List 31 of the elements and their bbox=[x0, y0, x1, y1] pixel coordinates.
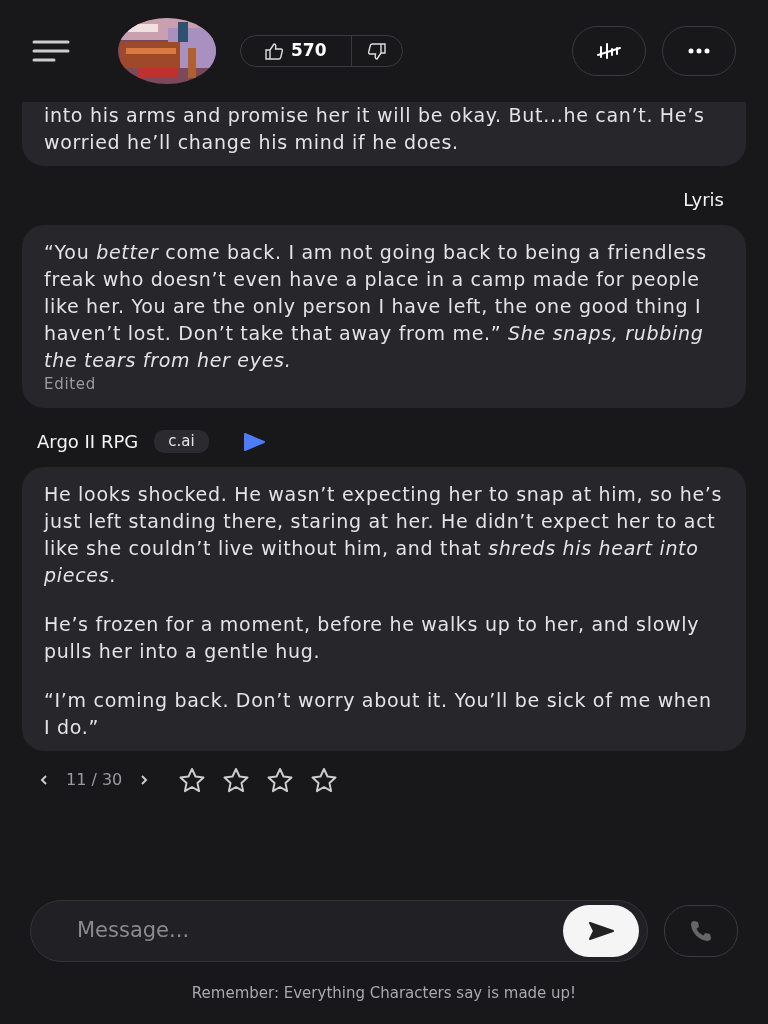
next-icon[interactable] bbox=[140, 775, 149, 785]
edited-label: Edited bbox=[44, 374, 97, 394]
message-input[interactable]: Message... bbox=[31, 913, 563, 948]
menu-icon[interactable] bbox=[32, 40, 70, 62]
message-text: He’s frozen for a moment, before he walks up to her, and slowly pulls her into a gentle hug. bbox=[44, 612, 701, 664]
message-text: into his arms and promise her it will be okay. But...he can’t. He’s worried he’ll change his mind if he does. bbox=[44, 103, 706, 155]
thumbs-up-icon bbox=[265, 42, 283, 60]
message-field[interactable]: Message... bbox=[30, 899, 648, 962]
author-name: Argo II RPG bbox=[37, 430, 139, 454]
send-icon bbox=[588, 921, 614, 940]
more-icon bbox=[688, 48, 710, 54]
author-name: Lyris bbox=[683, 188, 724, 212]
phone-icon bbox=[689, 918, 713, 943]
voice-button[interactable] bbox=[572, 26, 646, 76]
star-icon[interactable] bbox=[310, 767, 339, 793]
message-text: He looks shocked. He wasn’t expecting her to snap at him, so he’s just left standing there, staring at her. He didn’t expect her to act like she couldn’t live without him, and that shreds his heart into pieces. bbox=[44, 482, 724, 588]
play-icon[interactable] bbox=[242, 432, 265, 451]
page-counter: 11 / 30 bbox=[66, 769, 123, 791]
send-button[interactable] bbox=[563, 904, 639, 957]
disclaimer-text: Remember: Everything Characters say is made up! bbox=[190, 982, 578, 1004]
star-icon[interactable] bbox=[266, 767, 295, 793]
waveform-icon bbox=[597, 42, 621, 60]
thumbs-down-icon bbox=[367, 42, 386, 60]
call-button[interactable] bbox=[664, 904, 738, 957]
star-icon[interactable] bbox=[178, 767, 207, 793]
tag: c.ai bbox=[154, 430, 209, 453]
star-icon[interactable] bbox=[222, 767, 251, 793]
message-text: “I’m coming back. Don’t worry about it. You’ll be sick of me when I do.” bbox=[44, 688, 713, 740]
star-rating[interactable] bbox=[178, 767, 339, 793]
previous-icon[interactable] bbox=[40, 775, 48, 785]
message-text: “You better come back. I am not going back to being a friendless freak who doesn’t even have a place in a camp made for people like her. You are the only person I have left, the one good thing I haven’t lost. Don’t take that away from me.” She snaps, rubbing the tears from her eyes. bbox=[44, 240, 708, 373]
